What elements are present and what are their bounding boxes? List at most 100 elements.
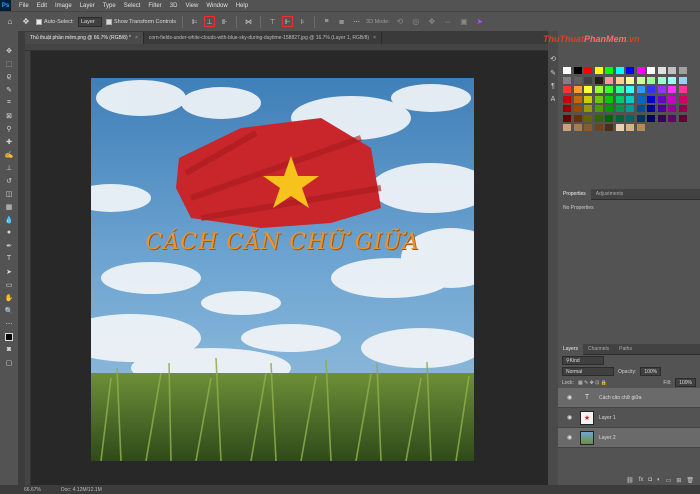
eye-icon[interactable]: ◉ xyxy=(567,394,575,401)
marquee-tool-icon[interactable]: ⬚ xyxy=(3,58,16,69)
color-swatch[interactable] xyxy=(563,124,571,131)
distribute-vertical-icon[interactable]: ≣ xyxy=(336,16,347,27)
color-swatch[interactable] xyxy=(626,67,634,74)
gradient-tool-icon[interactable]: ▦ xyxy=(3,201,16,212)
align-left-edges-icon[interactable]: ⊫ xyxy=(189,16,200,27)
color-swatch[interactable] xyxy=(615,124,624,131)
color-swatch[interactable] xyxy=(668,105,676,112)
layer-row-layer1[interactable]: ◉ ★ Layer 1 xyxy=(558,408,700,428)
color-swatch[interactable] xyxy=(605,105,613,112)
color-swatch[interactable] xyxy=(657,105,666,112)
tab-layers[interactable]: Layers xyxy=(558,343,584,355)
color-swatch[interactable] xyxy=(573,86,582,93)
clone-stamp-icon[interactable]: ⊥ xyxy=(3,162,16,173)
tab-paths[interactable]: Paths xyxy=(614,344,637,355)
3d-slide-icon[interactable]: ⇔ xyxy=(442,16,454,28)
align-top-edges-icon[interactable]: ⊤ xyxy=(267,16,278,27)
color-swatch[interactable] xyxy=(678,114,687,122)
3d-scale-icon[interactable]: ▣ xyxy=(458,16,470,28)
eyedropper-tool-icon[interactable]: ⚲ xyxy=(3,123,16,134)
color-swatch[interactable] xyxy=(615,114,624,122)
document-canvas[interactable]: CÁCH CĂN CHỮ GIỮA xyxy=(91,78,474,461)
show-transform-controls-checkbox[interactable]: Show Transform Controls xyxy=(105,18,176,25)
blur-tool-icon[interactable]: 💧 xyxy=(3,214,16,225)
opacity-field[interactable]: 100% xyxy=(640,367,662,376)
menu-help[interactable]: Help xyxy=(232,3,252,9)
color-swatch[interactable] xyxy=(647,76,655,84)
character-icon[interactable]: A xyxy=(551,96,556,103)
color-swatch[interactable] xyxy=(615,67,624,74)
tab-channels[interactable]: Channels xyxy=(583,344,614,355)
color-swatch[interactable] xyxy=(615,105,624,112)
color-swatch[interactable] xyxy=(605,86,613,93)
color-swatch[interactable] xyxy=(636,76,645,84)
new-layer-icon[interactable]: ⊞ xyxy=(676,477,681,484)
color-swatch[interactable] xyxy=(657,86,666,93)
menu-window[interactable]: Window xyxy=(202,3,231,9)
quick-select-tool-icon[interactable]: ✎ xyxy=(3,84,16,95)
align-bottom-edges-icon[interactable]: ⊧ xyxy=(297,16,308,27)
color-swatch[interactable] xyxy=(594,67,603,74)
lasso-tool-icon[interactable]: ϱ xyxy=(3,71,16,82)
dodge-tool-icon[interactable]: ● xyxy=(3,227,16,238)
menu-3d[interactable]: 3D xyxy=(166,3,182,9)
auto-select-target-dropdown[interactable]: Layer xyxy=(77,16,102,27)
more-options-icon[interactable]: ⋯ xyxy=(351,16,362,27)
color-swatch[interactable] xyxy=(678,67,687,74)
color-swatch[interactable] xyxy=(594,95,603,103)
color-swatch[interactable] xyxy=(605,95,613,103)
history-brush-icon[interactable]: ↺ xyxy=(3,175,16,186)
tab-adjustments[interactable]: Adjustments xyxy=(591,189,629,200)
color-swatch[interactable] xyxy=(626,114,634,122)
color-swatch[interactable] xyxy=(647,67,655,74)
color-swatch[interactable] xyxy=(594,105,603,112)
close-icon[interactable]: × xyxy=(135,35,138,41)
horizontal-ruler[interactable] xyxy=(25,44,550,51)
screen-mode-icon[interactable]: ▢ xyxy=(3,357,16,368)
color-swatch[interactable] xyxy=(636,86,645,93)
menu-edit[interactable]: Edit xyxy=(33,3,51,9)
color-swatch[interactable] xyxy=(594,86,603,93)
brush-tool-icon[interactable]: ✍ xyxy=(3,149,16,160)
color-swatch[interactable] xyxy=(636,124,645,131)
color-swatch[interactable] xyxy=(657,95,666,103)
3d-rotate-icon[interactable]: ⟲ xyxy=(394,16,406,28)
color-swatch[interactable] xyxy=(657,114,666,122)
layer-row-text[interactable]: ◉ T Cách căn chữ giữa xyxy=(558,388,700,408)
adjustment-icon[interactable]: ◐ xyxy=(657,477,661,483)
color-swatch[interactable] xyxy=(615,76,624,84)
color-swatch-icon[interactable] xyxy=(3,331,16,342)
menu-filter[interactable]: Filter xyxy=(144,3,165,9)
color-swatch[interactable] xyxy=(584,95,592,103)
folder-icon[interactable]: ▭ xyxy=(666,477,672,484)
color-swatch[interactable] xyxy=(563,76,571,84)
color-swatch[interactable] xyxy=(584,105,592,112)
color-swatch[interactable] xyxy=(573,67,582,74)
color-swatch[interactable] xyxy=(636,114,645,122)
color-swatch[interactable] xyxy=(626,124,634,131)
menu-select[interactable]: Select xyxy=(120,3,145,9)
3d-roll-icon[interactable]: ◎ xyxy=(410,16,422,28)
color-swatch[interactable] xyxy=(668,86,676,93)
tab-document-2[interactable]: corn-fields-under-white-clouds-with-blue… xyxy=(144,32,382,44)
link-icon[interactable]: ⛓ xyxy=(626,477,634,484)
color-swatch[interactable] xyxy=(615,86,624,93)
color-swatch[interactable] xyxy=(584,86,592,93)
color-swatch[interactable] xyxy=(594,76,603,84)
color-swatch[interactable] xyxy=(584,124,592,131)
color-swatch[interactable] xyxy=(647,105,655,112)
rectangle-tool-icon[interactable]: ▭ xyxy=(3,279,16,290)
color-swatch[interactable] xyxy=(668,67,676,74)
pen-tool-icon[interactable]: ✒ xyxy=(3,240,16,251)
color-swatch[interactable] xyxy=(626,105,634,112)
menu-layer[interactable]: Layer xyxy=(76,3,99,9)
color-swatch[interactable] xyxy=(636,67,645,74)
color-swatch[interactable] xyxy=(573,124,582,131)
photoshop-logo-icon[interactable]: Ps xyxy=(0,0,11,11)
color-swatch[interactable] xyxy=(573,114,582,122)
color-swatch[interactable] xyxy=(678,105,687,112)
hand-tool-icon[interactable]: ✋ xyxy=(3,292,16,303)
distribute-icon[interactable]: ≡ xyxy=(321,16,332,27)
history-icon[interactable]: ⟲ xyxy=(550,55,556,63)
distribute-horizontal-icon[interactable]: ⋈ xyxy=(243,16,254,27)
